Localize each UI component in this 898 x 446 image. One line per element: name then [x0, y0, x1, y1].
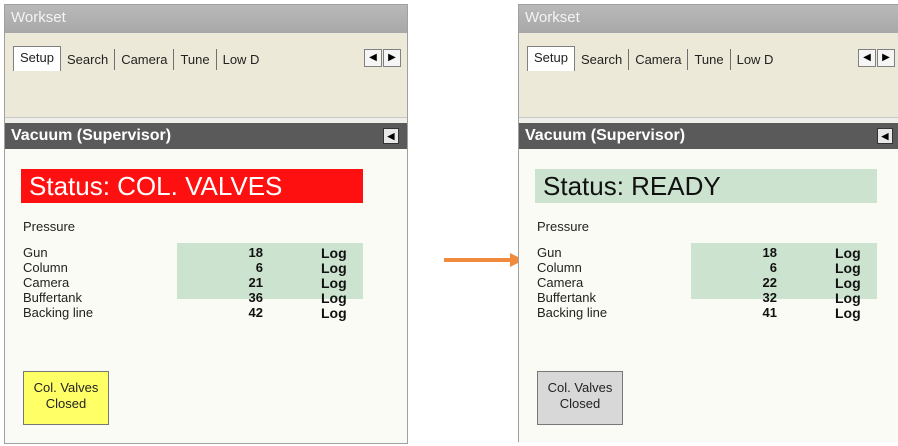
pressure-table: Gun 18 Log Column 6 Log Camera 21 Log Bu… [23, 245, 363, 321]
pressure-row-buffertank: Buffertank 32 Log [537, 290, 877, 306]
row-name: Column [23, 260, 68, 275]
section-title: Vacuum (Supervisor) [525, 127, 686, 144]
row-value: 41 [762, 305, 777, 320]
row-name: Camera [23, 275, 70, 290]
row-value: 6 [255, 260, 263, 275]
pressure-label: Pressure [537, 219, 590, 234]
vacuum-panel-before: Workset Setup Search Camera Tune Low D ◀… [4, 4, 408, 444]
tab-setup[interactable]: Setup [13, 45, 61, 71]
row-name: Buffertank [537, 290, 597, 305]
row-name: Camera [537, 275, 584, 290]
tabs: Setup Search Camera Tune Low D [13, 45, 266, 71]
panel-frame: Workset Setup Search Camera Tune Low D ◀… [4, 4, 408, 444]
tab-scroll-buttons: ◀ ▶ [857, 49, 895, 67]
pressure-label: Pressure [23, 219, 76, 234]
tabs: Setup Search Camera Tune Low D [527, 45, 780, 71]
row-value: 6 [769, 260, 777, 275]
log-button[interactable]: Log [321, 260, 347, 276]
col-valves-label: Col. Valves [547, 380, 613, 395]
row-name: Column [537, 260, 582, 275]
row-value: 21 [248, 275, 263, 290]
row-name: Gun [23, 245, 48, 260]
section-header[interactable]: Vacuum (Supervisor) ◀ [5, 123, 407, 149]
scroll-right-icon[interactable]: ▶ [877, 49, 895, 67]
row-name: Gun [537, 245, 562, 260]
row-value: 36 [248, 290, 263, 305]
pressure-row-column: Column 6 Log [23, 260, 363, 276]
pressure-row-gun: Gun 18 Log [537, 245, 877, 261]
log-button[interactable]: Log [321, 305, 347, 321]
tab-low-dose[interactable]: Low D [217, 49, 266, 70]
pressure-row-backing-line: Backing line 42 Log [23, 305, 363, 321]
tab-camera[interactable]: Camera [629, 48, 689, 70]
collapse-icon[interactable]: ◀ [383, 128, 399, 144]
vacuum-panel-after: Workset Setup Search Camera Tune Low D ◀… [518, 4, 898, 442]
tab-tune[interactable]: Tune [688, 48, 731, 70]
col-valves-label: Col. Valves [33, 380, 99, 395]
pressure-row-buffertank: Buffertank 36 Log [23, 290, 363, 306]
vacuum-body: Status: COL. VALVES Pressure Gun 18 Log … [5, 149, 407, 443]
tab-bar: Setup Search Camera Tune Low D ◀ ▶ [519, 33, 898, 118]
col-valves-state: Closed [559, 396, 601, 411]
pressure-table: Gun 18 Log Column 6 Log Camera 22 Log Bu… [537, 245, 877, 321]
log-button[interactable]: Log [321, 245, 347, 261]
tab-setup[interactable]: Setup [527, 45, 575, 71]
status-banner: Status: READY [535, 169, 877, 203]
section-title: Vacuum (Supervisor) [11, 127, 172, 144]
tab-search[interactable]: Search [575, 48, 630, 70]
collapse-icon[interactable]: ◀ [877, 128, 893, 144]
col-valves-state: Closed [45, 396, 87, 411]
pressure-row-camera: Camera 21 Log [23, 275, 363, 291]
col-valves-button[interactable]: Col. Valves Closed [537, 371, 623, 425]
pressure-row-column: Column 6 Log [537, 260, 877, 276]
vacuum-body: Status: READY Pressure Gun 18 Log Column… [519, 149, 898, 442]
panel-frame: Workset Setup Search Camera Tune Low D ◀… [518, 4, 898, 442]
col-valves-button[interactable]: Col. Valves Closed [23, 371, 109, 425]
arrow-right-icon [444, 253, 524, 267]
tab-scroll-buttons: ◀ ▶ [363, 49, 401, 67]
log-button[interactable]: Log [835, 260, 861, 276]
log-button[interactable]: Log [835, 245, 861, 261]
status-banner: Status: COL. VALVES [21, 169, 363, 203]
row-name: Backing line [23, 305, 94, 320]
row-name: Backing line [537, 305, 608, 320]
tab-search[interactable]: Search [61, 48, 116, 70]
tab-tune[interactable]: Tune [174, 48, 217, 70]
pressure-row-camera: Camera 22 Log [537, 275, 877, 291]
log-button[interactable]: Log [321, 290, 347, 306]
pressure-row-gun: Gun 18 Log [23, 245, 363, 261]
row-value: 32 [762, 290, 777, 305]
log-button[interactable]: Log [321, 275, 347, 291]
scroll-right-icon[interactable]: ▶ [383, 49, 401, 67]
tab-bar: Setup Search Camera Tune Low D ◀ ▶ [5, 33, 407, 118]
workset-titlebar: Workset [519, 5, 898, 33]
row-name: Buffertank [23, 290, 83, 305]
log-button[interactable]: Log [835, 275, 861, 291]
log-button[interactable]: Log [835, 305, 861, 321]
row-value: 42 [248, 305, 263, 320]
pressure-row-backing-line: Backing line 41 Log [537, 305, 877, 321]
scroll-left-icon[interactable]: ◀ [364, 49, 382, 67]
scroll-left-icon[interactable]: ◀ [858, 49, 876, 67]
row-value: 18 [762, 245, 777, 260]
row-value: 22 [762, 275, 777, 290]
tab-low-dose[interactable]: Low D [731, 49, 780, 70]
log-button[interactable]: Log [835, 290, 861, 306]
row-value: 18 [248, 245, 263, 260]
workset-titlebar: Workset [5, 5, 407, 33]
section-header[interactable]: Vacuum (Supervisor) ◀ [519, 123, 898, 149]
tab-camera[interactable]: Camera [115, 48, 175, 70]
